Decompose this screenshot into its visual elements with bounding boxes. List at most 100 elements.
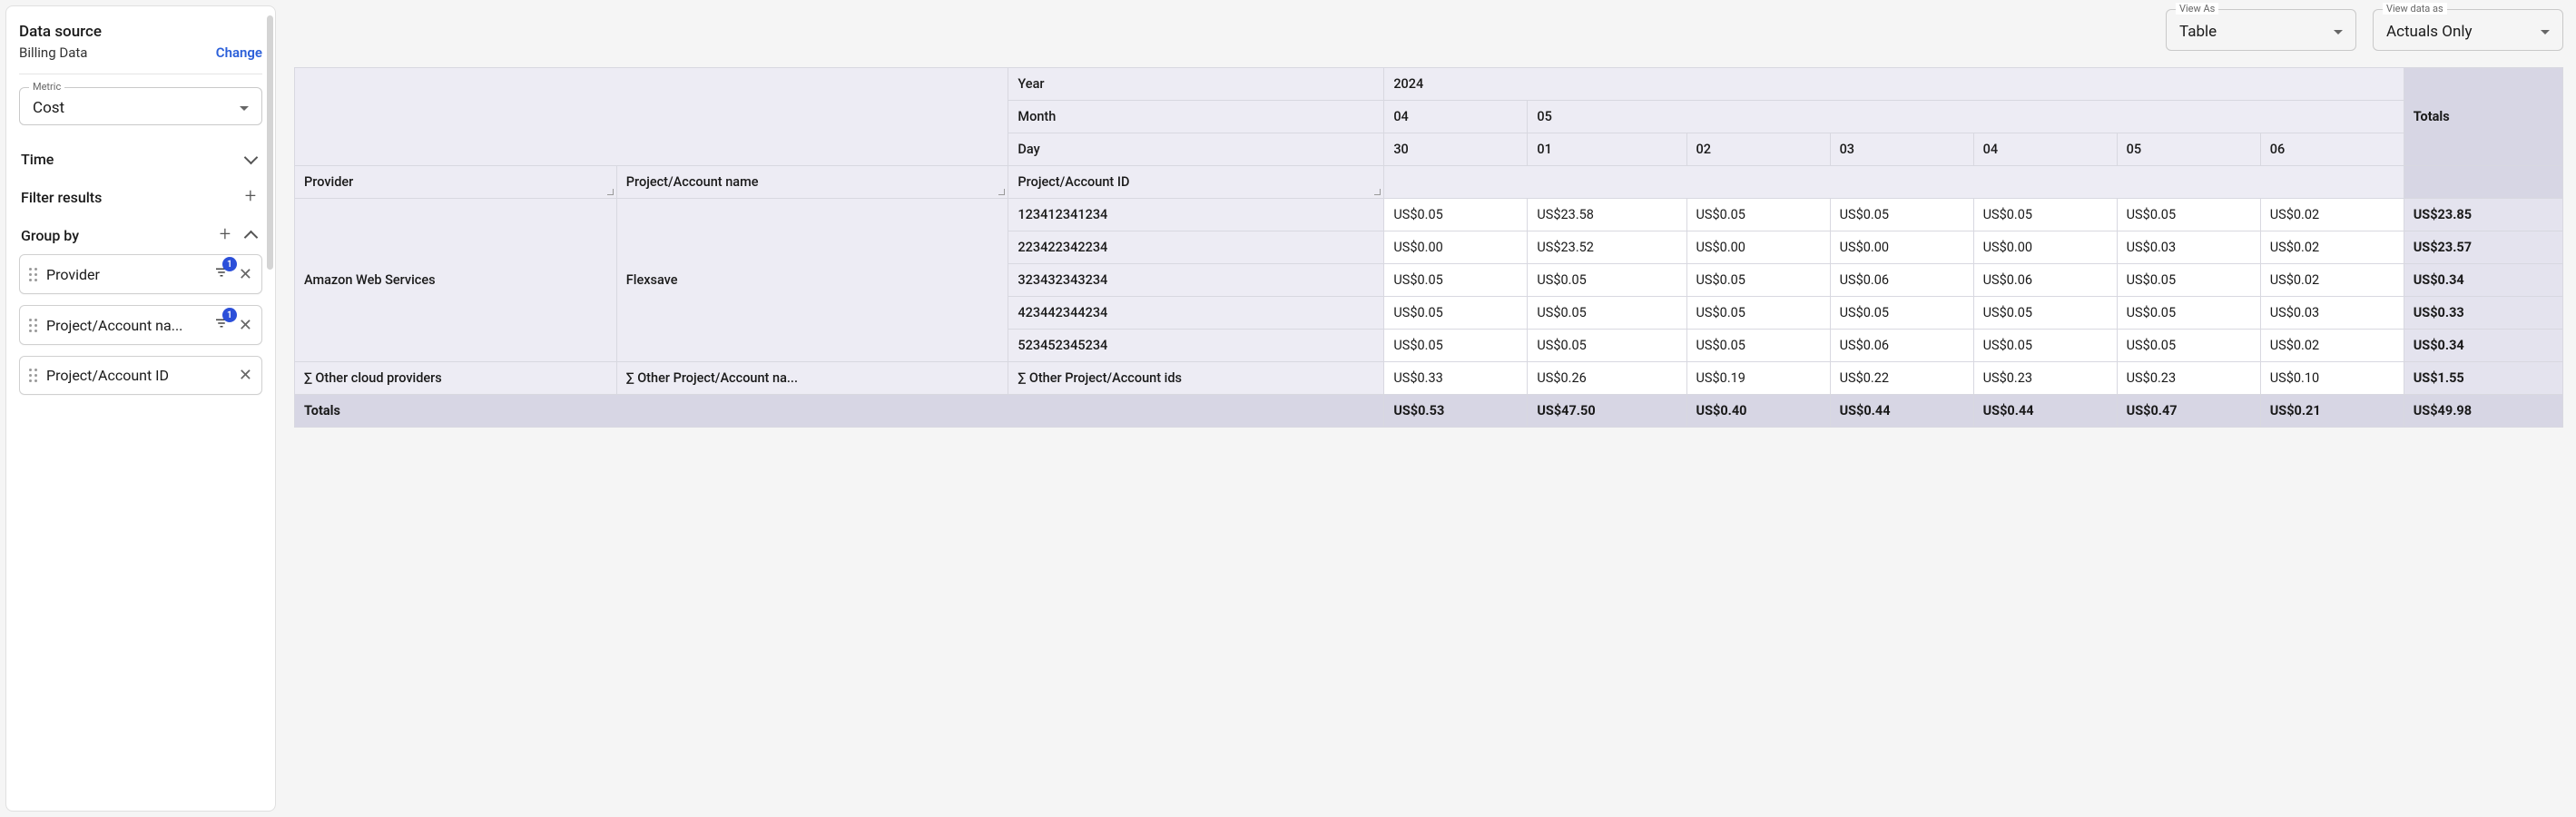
metric-select-value: Cost (33, 99, 64, 117)
chevron-down-icon (240, 106, 249, 111)
chip-label: Project/Account ID (46, 367, 230, 384)
cell: US$0.05 (2117, 297, 2260, 330)
metric-select[interactable]: Metric Cost (19, 87, 262, 125)
blank (1384, 166, 2404, 199)
cell: US$0.26 (1528, 362, 1686, 395)
col-account-name[interactable]: Project/Account name (616, 166, 1008, 199)
cell: US$0.02 (2260, 231, 2404, 264)
blank (2404, 166, 2562, 199)
other-provider: ∑ Other cloud providers (295, 362, 617, 395)
cell: US$0.05 (1973, 199, 2117, 231)
cell: US$0.05 (1528, 264, 1686, 297)
filter-badge: 1 (222, 308, 237, 322)
cell: US$0.05 (1686, 199, 1830, 231)
add-filter-button[interactable]: + (241, 187, 261, 207)
view-as-label: View As (2176, 3, 2218, 15)
toolbar: View As Table View data as Actuals Only (294, 9, 2563, 51)
chevron-up-icon[interactable] (241, 225, 261, 245)
metric-select-label: Metric (29, 81, 64, 93)
filter-results-section: Filter results + (19, 178, 262, 216)
group-chip-account-name[interactable]: Project/Account na... 1 ✕ (19, 305, 262, 345)
col-account-id[interactable]: Project/Account ID (1008, 166, 1384, 199)
year-label: Year (1008, 68, 1384, 101)
cell: US$0.23 (1973, 362, 2117, 395)
account-id-cell: 123412341234 (1008, 199, 1384, 231)
group-chip-account-id[interactable]: Project/Account ID ✕ (19, 356, 262, 395)
cell: US$0.19 (1686, 362, 1830, 395)
cell: US$0.05 (1384, 297, 1528, 330)
time-section[interactable]: Time (19, 140, 262, 178)
view-as-select[interactable]: View As Table (2166, 9, 2356, 51)
year-value: 2024 (1384, 68, 2404, 101)
grand-total: US$49.98 (2404, 395, 2562, 428)
time-label: Time (21, 151, 54, 168)
group-by-section: Group by + (19, 216, 262, 254)
cell: US$0.23 (2117, 362, 2260, 395)
close-icon[interactable]: ✕ (239, 265, 252, 284)
view-data-label: View data as (2383, 3, 2447, 15)
group-chip-provider[interactable]: Provider 1 ✕ (19, 254, 262, 294)
totals-header: Totals (2404, 68, 2562, 166)
view-data-value: Actuals Only (2386, 23, 2473, 41)
cell: US$0.22 (1830, 362, 1973, 395)
drag-handle-icon[interactable] (29, 369, 37, 382)
day-02: 02 (1686, 133, 1830, 166)
cell: US$0.33 (1384, 362, 1528, 395)
chevron-down-icon (2541, 30, 2550, 34)
cell: US$0.00 (1686, 231, 1830, 264)
other-account-id: ∑ Other Project/Account ids (1008, 362, 1384, 395)
total-cell: US$0.53 (1384, 395, 1528, 428)
cell: US$0.06 (1973, 264, 2117, 297)
cell: US$0.05 (1973, 297, 2117, 330)
data-source-title: Data source (19, 23, 262, 41)
cell: US$23.52 (1528, 231, 1686, 264)
cell: US$0.00 (1830, 231, 1973, 264)
total-cell: US$0.44 (1830, 395, 1973, 428)
col-provider[interactable]: Provider (295, 166, 617, 199)
add-group-button[interactable]: + (215, 225, 235, 245)
provider-cell: Amazon Web Services (295, 199, 617, 362)
row-total: US$1.55 (2404, 362, 2562, 395)
cell: US$0.06 (1830, 264, 1973, 297)
view-as-value: Table (2179, 23, 2217, 41)
filter-results-label: Filter results (21, 189, 102, 206)
month-04: 04 (1384, 101, 1528, 133)
account-id-cell: 223422342234 (1008, 231, 1384, 264)
cell: US$0.05 (1528, 297, 1686, 330)
cell: US$0.00 (1973, 231, 2117, 264)
filter-icon[interactable]: 1 (213, 315, 230, 335)
cell: US$0.05 (1384, 330, 1528, 362)
account-id-cell: 323432343234 (1008, 264, 1384, 297)
cell: US$0.05 (2117, 330, 2260, 362)
total-cell: US$0.47 (2117, 395, 2260, 428)
scrollbar[interactable] (267, 15, 273, 270)
other-row: ∑ Other cloud providers ∑ Other Project/… (295, 362, 2563, 395)
close-icon[interactable]: ✕ (239, 316, 252, 335)
day-04: 04 (1973, 133, 2117, 166)
filter-badge: 1 (222, 257, 237, 271)
main: View As Table View data as Actuals Only … (281, 0, 2576, 817)
drag-handle-icon[interactable] (29, 319, 37, 332)
cell: US$0.02 (2260, 199, 2404, 231)
day-03: 03 (1830, 133, 1973, 166)
view-data-as-select[interactable]: View data as Actuals Only (2373, 9, 2563, 51)
row-total: US$0.34 (2404, 264, 2562, 297)
total-cell: US$0.40 (1686, 395, 1830, 428)
data-source-value: Billing Data (19, 44, 87, 61)
month-label: Month (1008, 101, 1384, 133)
chip-label: Provider (46, 266, 204, 283)
cell: US$0.05 (1830, 297, 1973, 330)
change-link[interactable]: Change (216, 44, 262, 61)
drag-handle-icon[interactable] (29, 268, 37, 281)
group-by-label: Group by (21, 227, 79, 244)
filter-icon[interactable]: 1 (213, 264, 230, 284)
close-icon[interactable]: ✕ (239, 366, 252, 385)
cell: US$0.05 (1686, 264, 1830, 297)
row-total: US$0.33 (2404, 297, 2562, 330)
chevron-down-icon (2334, 30, 2343, 34)
totals-row: Totals US$0.53 US$47.50 US$0.40 US$0.44 … (295, 395, 2563, 428)
cell: US$0.02 (2260, 330, 2404, 362)
cell: US$0.05 (1528, 330, 1686, 362)
sidebar: Data source Billing Data Change Metric C… (5, 5, 276, 812)
cell: US$0.03 (2117, 231, 2260, 264)
